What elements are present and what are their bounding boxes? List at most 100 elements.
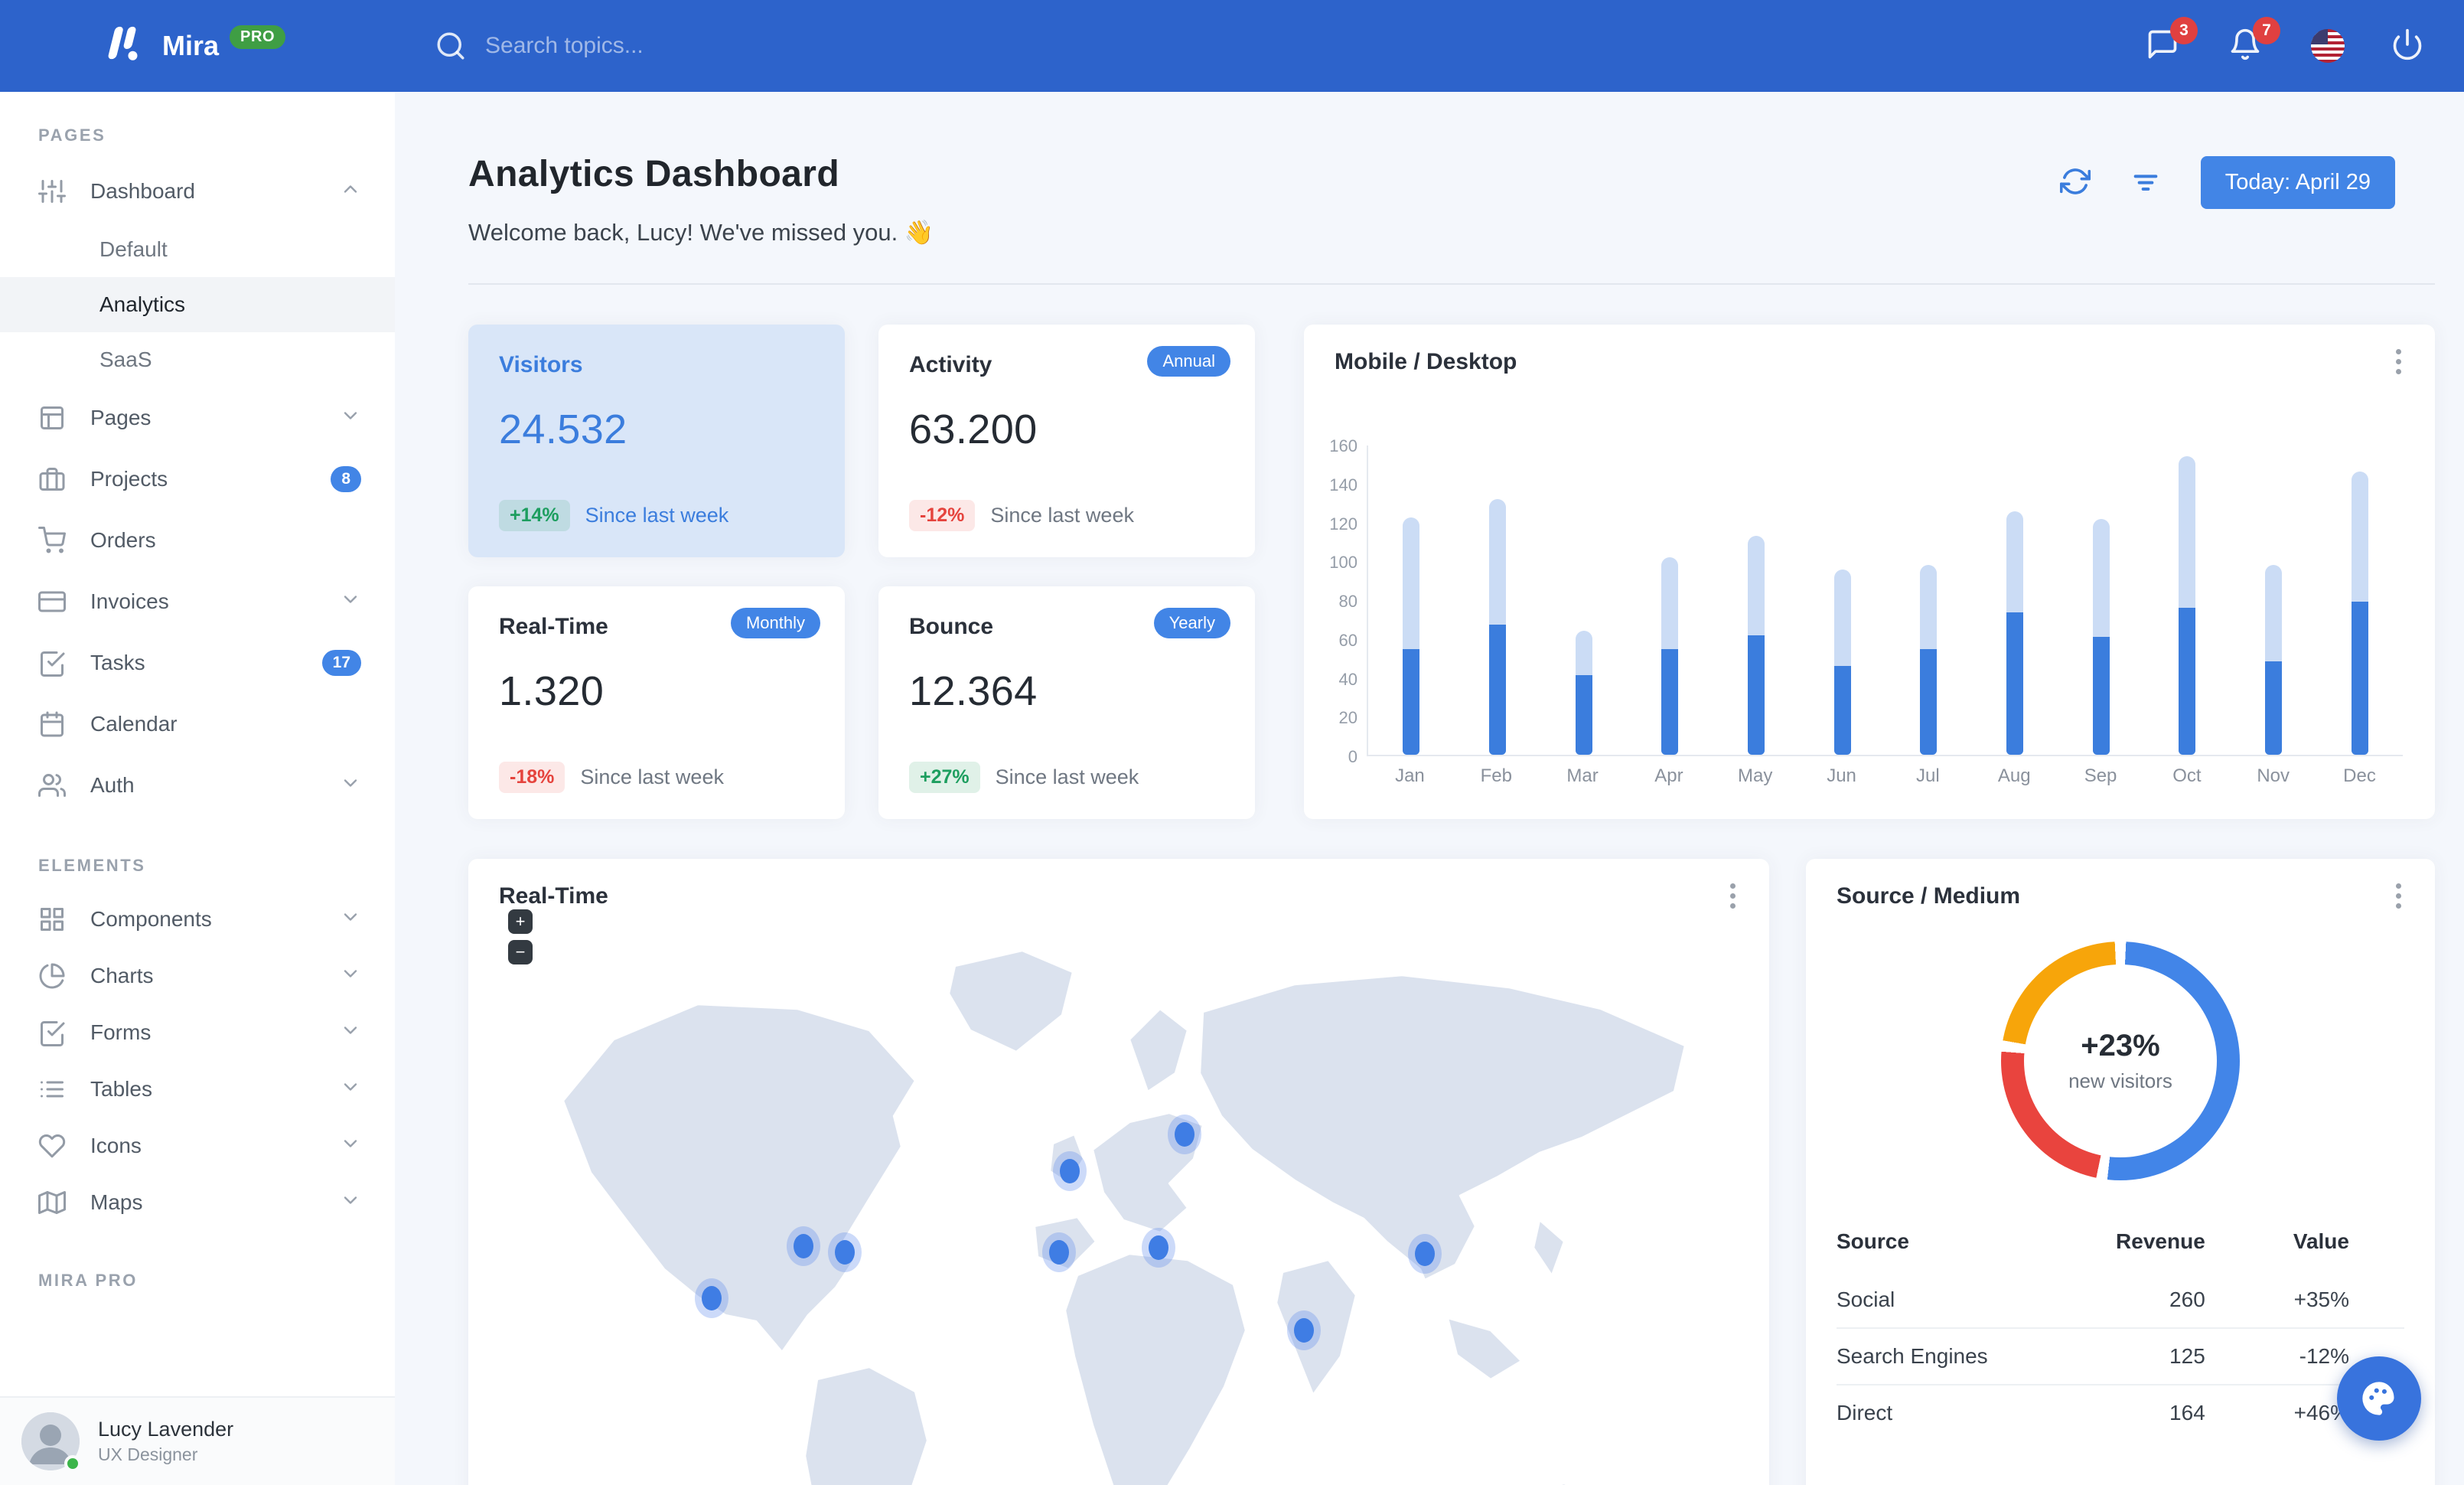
sidebar-item-label: Maps (90, 1190, 143, 1214)
sidebar-item-tasks[interactable]: Tasks 17 (0, 632, 395, 694)
more-vertical-icon[interactable] (1717, 880, 1748, 911)
sidebar-section-label: Pages (38, 126, 106, 145)
stat-value: 12.364 (909, 668, 1038, 714)
sidebar-item-tables[interactable]: Tables (0, 1061, 395, 1118)
x-axis-label: Mar (1566, 765, 1599, 786)
pie-chart-icon (39, 963, 65, 989)
sidebar-subitem-default[interactable]: Default (0, 222, 395, 277)
sidebar-section-label: Mira Pro (38, 1271, 138, 1290)
stat-note: Since last week (990, 504, 1134, 527)
sidebar-item-charts[interactable]: Charts (0, 948, 395, 1004)
donut-center-label: new visitors (2068, 1069, 2172, 1092)
sidebar-item-icons[interactable]: Icons (0, 1118, 395, 1174)
map-zoom-out-button[interactable]: − (508, 940, 533, 964)
chevron-up-icon (344, 184, 357, 193)
y-axis-tick: 40 (1338, 669, 1357, 689)
y-axis-tick: 160 (1329, 436, 1357, 455)
theme-settings-fab[interactable] (2337, 1356, 2421, 1441)
map-marker[interactable] (1142, 1228, 1175, 1268)
refresh-button[interactable] (2059, 166, 2094, 200)
y-axis-tick: 140 (1329, 475, 1357, 494)
sidebar-subitem-saas[interactable]: SaaS (0, 332, 395, 387)
us-flag-icon[interactable] (2311, 29, 2345, 63)
users-icon (38, 774, 66, 797)
bar-apr (1661, 557, 1679, 755)
stat-card-real-time: Real-Time Monthly 1.320 -18% Since last we… (468, 586, 845, 819)
notifications-button[interactable]: 7 (2228, 17, 2280, 64)
map-zoom-in-button[interactable]: + (508, 909, 533, 934)
map-marker[interactable] (787, 1226, 820, 1266)
cell-value: +35% (2293, 1288, 2349, 1311)
sidebar-item-auth[interactable]: Auth (0, 755, 395, 816)
pro-badge: PRO (230, 24, 286, 49)
col-revenue: Revenue (2116, 1229, 2205, 1253)
date-range-button[interactable]: Today: April 29 (2200, 156, 2395, 209)
sidebar-item-dashboard[interactable]: Dashboard (0, 161, 395, 222)
cell-revenue: 260 (2169, 1288, 2205, 1311)
donut-center: +23% new visitors (2024, 964, 2217, 1157)
sidebar-item-pages[interactable]: Pages (0, 387, 395, 449)
sliders-icon (38, 180, 66, 203)
sign-out-button[interactable] (2391, 28, 2427, 64)
bar-nov (2265, 565, 2283, 755)
map-marker[interactable] (1042, 1232, 1076, 1272)
sidebar-user[interactable]: Lucy Lavender UX Designer (0, 1396, 395, 1485)
bar-chart: 0 20 40 60 80 100 120 140 160 (1329, 436, 2403, 766)
map-marker[interactable] (828, 1232, 862, 1272)
sidebar-item-calendar[interactable]: Calendar (0, 694, 395, 755)
donut-chart: +23% new visitors (2001, 942, 2240, 1180)
y-axis-tick: 20 (1338, 708, 1357, 728)
world-map[interactable] (468, 920, 1769, 1485)
map-marker[interactable] (1053, 1151, 1087, 1191)
stat-value: 1.320 (499, 668, 605, 714)
stat-card-activity: Activity Annual 63.200 -12% Since last wee… (878, 325, 1255, 557)
brand[interactable]: Mira PRO (0, 20, 395, 72)
source-table: Source Revenue Value Social 260 +35% Sear… (1837, 1220, 2404, 1441)
chevron-down-icon (344, 778, 357, 787)
avatar (21, 1412, 81, 1472)
chevron-down-icon (344, 912, 357, 921)
map-marker[interactable] (1168, 1115, 1201, 1154)
bar-segment-desktop (1661, 557, 1679, 649)
search-input[interactable] (485, 33, 883, 59)
messages-button[interactable]: 3 (2146, 17, 2198, 64)
cell-revenue: 125 (2057, 1327, 2242, 1385)
filter-icon (2133, 174, 2158, 191)
col-source: Source (1837, 1229, 1909, 1253)
y-axis-tick: 120 (1329, 514, 1357, 534)
filter-button[interactable] (2130, 166, 2164, 200)
map-marker[interactable] (1287, 1310, 1321, 1350)
sidebar-item-components[interactable]: Components (0, 891, 395, 948)
stat-period-pill[interactable]: Annual (1147, 346, 1230, 377)
bar-segment-mobile (2006, 612, 2024, 755)
bar-segment-desktop (1575, 631, 1592, 675)
sidebar-item-orders[interactable]: Orders (0, 510, 395, 571)
table-row-social: Social 260 +35% (1837, 1272, 2404, 1328)
stat-period-pill[interactable]: Monthly (730, 608, 820, 638)
y-axis-tick: 80 (1338, 592, 1357, 611)
sidebar-item-label: Pages (90, 406, 152, 429)
sidebar-item-forms[interactable]: Forms (0, 1004, 395, 1061)
sidebar-count-badge: 8 (331, 466, 361, 492)
bar-segment-desktop (2092, 519, 2110, 637)
bar-aug (2006, 511, 2024, 755)
layout-icon (41, 406, 64, 429)
bar-segment-mobile (2351, 602, 2368, 755)
sidebar-item-label: Forms (90, 1020, 152, 1044)
map-marker[interactable] (695, 1278, 728, 1318)
map-marker[interactable] (1408, 1234, 1442, 1274)
more-vertical-icon[interactable] (2383, 346, 2413, 377)
sidebar-item-invoices[interactable]: Invoices (0, 571, 395, 632)
sidebar-item-label: Icons (90, 1134, 142, 1157)
x-axis-label: May (1738, 765, 1773, 786)
sidebar-item-maps[interactable]: Maps (0, 1174, 395, 1231)
sidebar-subitem-analytics[interactable]: Analytics (0, 277, 395, 332)
col-value: Value (2293, 1229, 2349, 1253)
user-meta: Lucy Lavender UX Designer (98, 1418, 233, 1465)
palette-icon (2362, 1382, 2394, 1415)
more-vertical-icon[interactable] (2383, 880, 2413, 911)
stat-period-pill[interactable]: Yearly (1153, 608, 1230, 638)
bar-jul (1920, 565, 1938, 755)
sidebar-item-projects[interactable]: Projects 8 (0, 449, 395, 510)
bar-segment-desktop (2265, 565, 2283, 661)
